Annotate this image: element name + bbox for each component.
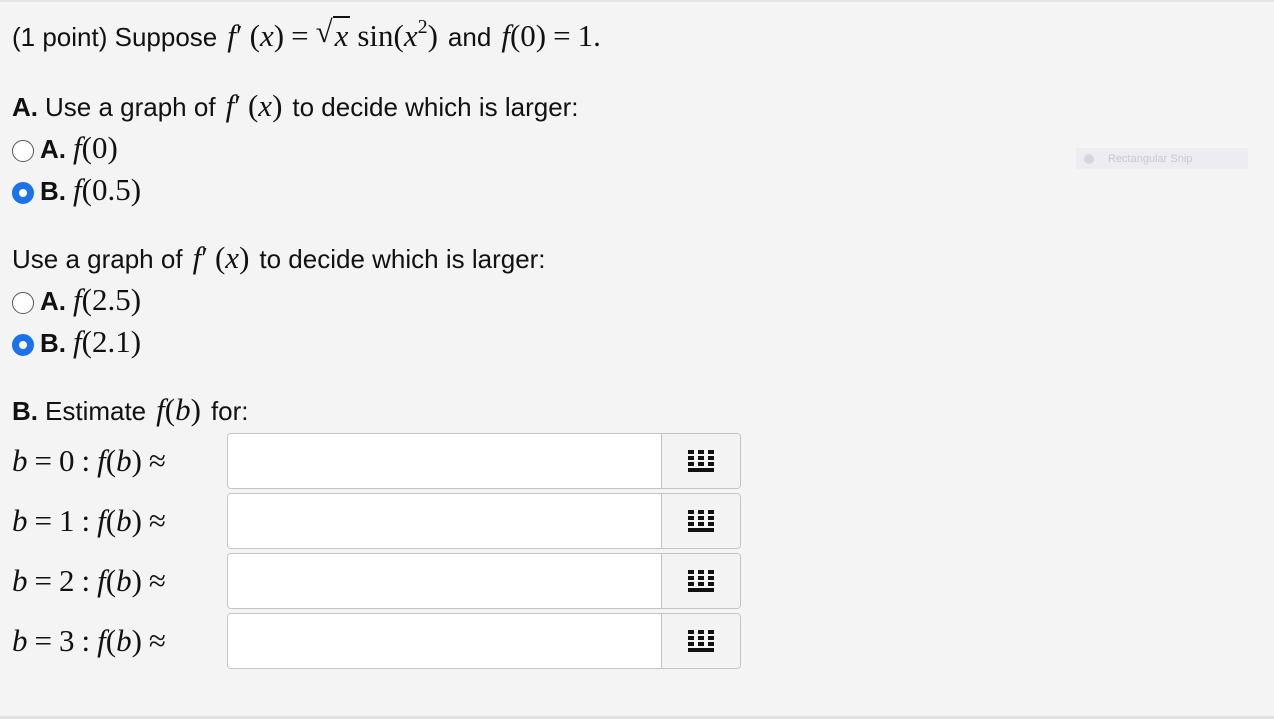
radio-button-selected[interactable] (12, 334, 34, 356)
estimate-input[interactable] (228, 614, 661, 668)
matrix-button[interactable] (661, 434, 740, 488)
part-a-tail: to decide which is larger: (292, 92, 579, 122)
grid-icon (688, 510, 714, 532)
part-b-prompt: Estimate (45, 396, 147, 426)
part-b-tail: for: (210, 396, 249, 426)
grid-icon (688, 630, 714, 652)
part-a-prompt: Use a graph of (45, 92, 216, 122)
part-a2-question: Use a graph of f′ (x) to decide which is … (12, 240, 546, 276)
estimate-input[interactable] (228, 494, 661, 548)
option-letter: B. (40, 176, 66, 206)
option-value: f(2.1) (73, 324, 142, 359)
estimate-input[interactable] (228, 554, 661, 608)
option-letter: B. (40, 328, 66, 358)
part-a2-tail: to decide which is larger: (259, 244, 546, 274)
estimate-label: b = 0: f(b) ≈ (12, 443, 166, 478)
estimate-label: b = 1: f(b) ≈ (12, 503, 166, 538)
matrix-button[interactable] (661, 554, 740, 608)
estimate-field (227, 493, 741, 549)
f-prime-of-x: f′ (x) (192, 240, 250, 275)
option-letter: A. (40, 286, 66, 316)
option-value: f(0.5) (73, 172, 142, 207)
radio-button[interactable] (12, 140, 34, 162)
option-a1[interactable]: A. f(0) (12, 130, 118, 166)
initial-condition: f(0) = 1 (501, 18, 594, 53)
f-of-b: f(b) (156, 392, 201, 427)
intro-and: and (447, 22, 492, 52)
f-prime-of-x: f′ (x) (225, 88, 283, 123)
estimate-label: b = 2: f(b) ≈ (12, 563, 166, 598)
estimate-input[interactable] (228, 434, 661, 488)
estimate-row: b = 1: f(b) ≈ (12, 491, 741, 551)
matrix-button[interactable] (661, 614, 740, 668)
radio-button[interactable] (12, 292, 34, 314)
grid-icon (688, 450, 714, 472)
option-a2[interactable]: B. f(0.5) (12, 172, 141, 208)
rectangular-snip-overlay: Rectangular Snip (1076, 148, 1248, 169)
option-b2[interactable]: B. f(2.1) (12, 324, 141, 360)
snip-icon (1084, 153, 1094, 164)
part-b-question: B. Estimate f(b) for: (12, 392, 249, 428)
part-a-question: A. Use a graph of f′ (x) to decide which … (12, 88, 579, 124)
estimate-field (227, 553, 741, 609)
matrix-button[interactable] (661, 494, 740, 548)
option-b1[interactable]: A. f(2.5) (12, 282, 141, 318)
radio-button-selected[interactable] (12, 182, 34, 204)
part-b-letter: B. (12, 396, 38, 426)
option-value: f(0) (73, 130, 118, 165)
problem-statement: (1 point) Suppose f′ (x) = √ x sin(x2) and f(… (12, 14, 601, 54)
estimate-field (227, 613, 741, 669)
estimate-field (227, 433, 741, 489)
part-a2-prompt: Use a graph of (12, 244, 183, 274)
estimate-row: b = 0: f(b) ≈ (12, 431, 741, 491)
snip-label: Rectangular Snip (1108, 152, 1193, 165)
estimate-label: b = 3: f(b) ≈ (12, 623, 166, 658)
option-value: f(2.5) (73, 282, 142, 317)
estimate-row: b = 2: f(b) ≈ (12, 551, 741, 611)
estimate-row: b = 3: f(b) ≈ (12, 611, 741, 671)
intro-period: . (593, 18, 601, 53)
intro-lead: (1 point) Suppose (12, 22, 218, 52)
option-letter: A. (40, 134, 66, 164)
derivative-equation: f′ (x) = √ x sin(x2) (227, 14, 438, 53)
grid-icon (688, 570, 714, 592)
part-a-letter: A. (12, 92, 38, 122)
top-divider (0, 0, 1274, 2)
